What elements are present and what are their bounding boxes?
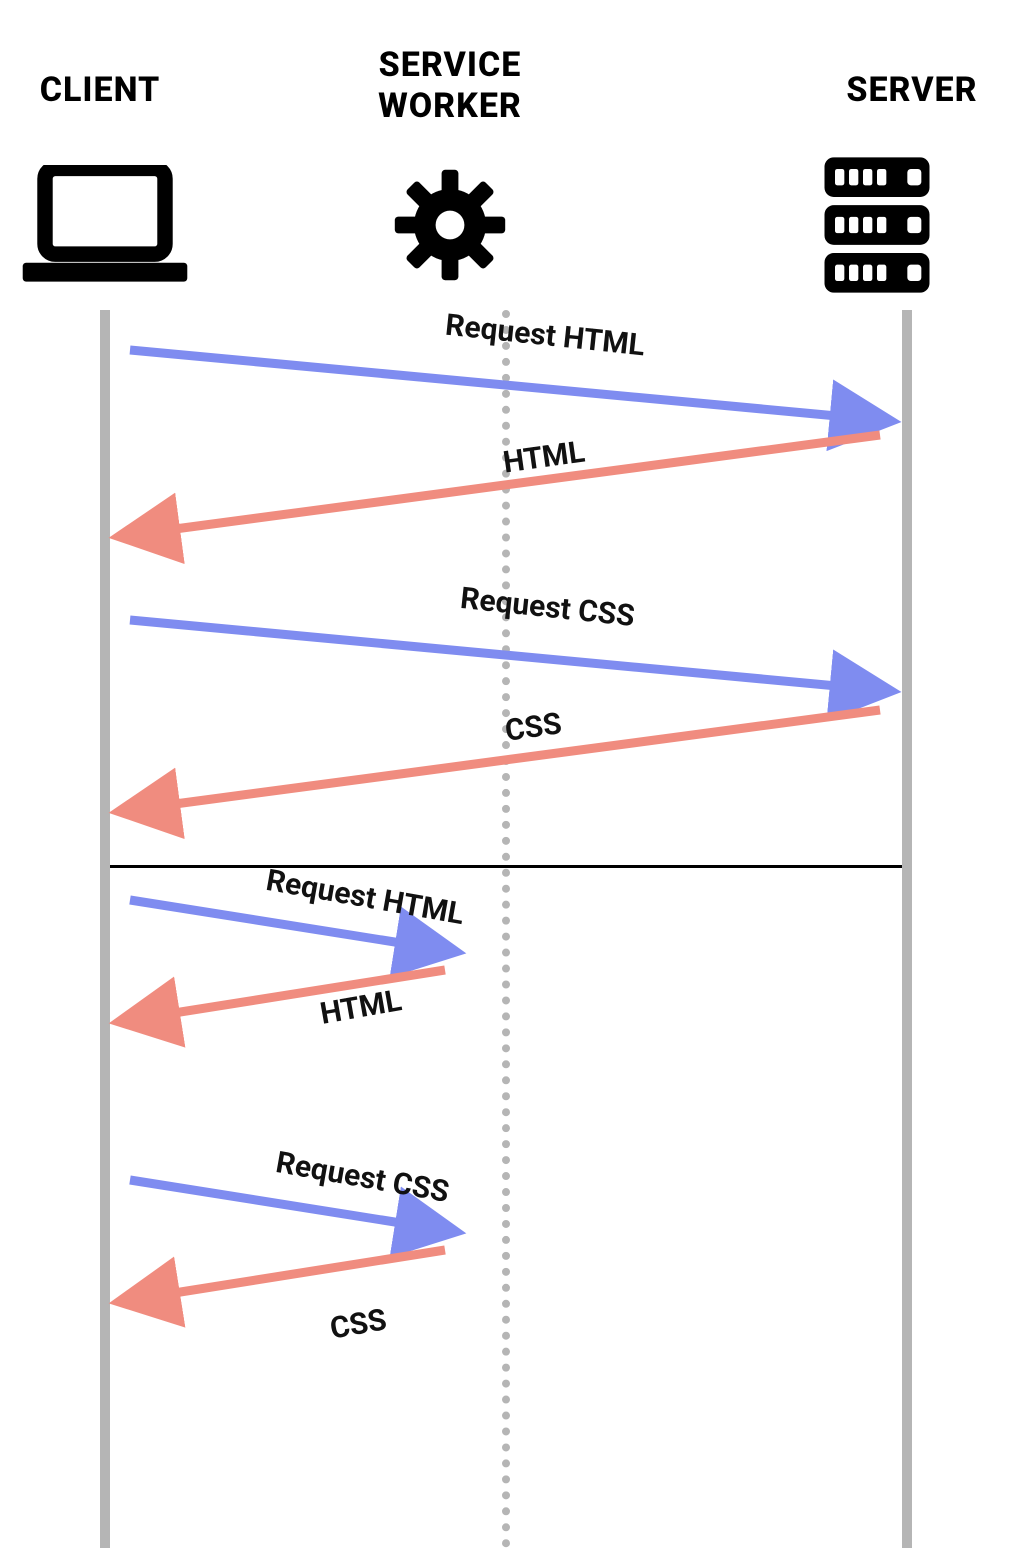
laptop-icon	[15, 165, 195, 289]
arrow-a3	[130, 620, 880, 690]
sequence-timeline: Request HTMLHTMLRequest CSSCSSRequest HT…	[100, 310, 912, 1548]
server-icon	[817, 155, 997, 299]
arrow-a8	[130, 1250, 445, 1300]
gear-icon	[390, 165, 510, 289]
server-header: SERVER	[812, 70, 1012, 110]
message-arrows	[100, 310, 912, 1548]
arrow-a1	[130, 350, 880, 420]
service-worker-header: SERVICE WORKER	[320, 45, 580, 127]
client-header: CLIENT	[0, 70, 200, 110]
